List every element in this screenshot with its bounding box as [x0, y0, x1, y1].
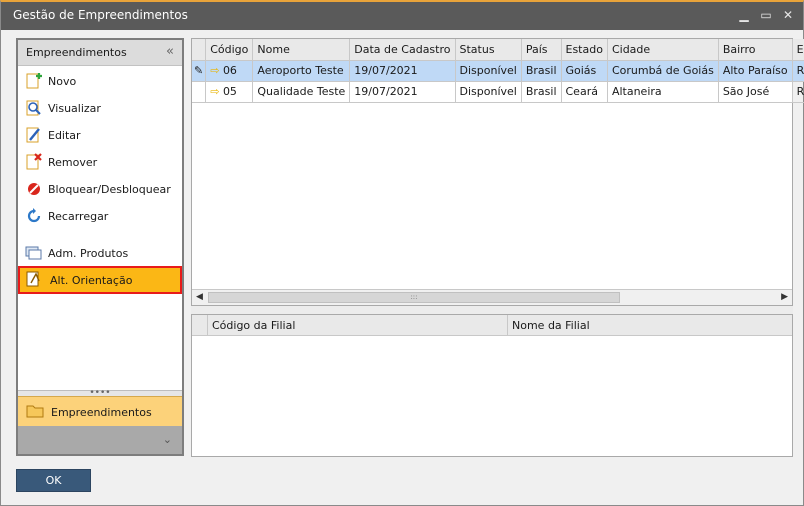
link-arrow-icon[interactable]: ⇨ — [210, 64, 219, 77]
nav-item-remover[interactable]: Remover — [20, 150, 180, 175]
products-icon — [25, 246, 42, 260]
filiais-grid-header: Código da Filial Nome da Filial — [192, 315, 792, 336]
table-row[interactable]: ✎ ⇨ 06 Aeroporto Teste 19/07/2021 Dispon… — [192, 60, 804, 82]
block-icon — [28, 183, 40, 195]
column-header[interactable]: Código — [205, 39, 254, 61]
column-header[interactable]: Bairro — [718, 39, 793, 61]
scroll-right-icon[interactable]: ▶ — [781, 292, 788, 302]
link-arrow-icon[interactable]: ⇨ — [210, 85, 219, 98]
column-header[interactable]: Nome da Filial — [508, 315, 792, 336]
grid-splitter[interactable] — [191, 306, 793, 314]
nav-footer: ⌄ — [18, 426, 182, 454]
nav-item-visualizar[interactable]: Visualizar — [20, 96, 180, 121]
column-header[interactable]: País — [521, 39, 562, 61]
nav-item-bloquear[interactable]: Bloquear/Desbloquear — [20, 177, 180, 202]
window-title: Gestão de Empreendimentos — [13, 8, 188, 22]
edit-icon — [26, 127, 40, 143]
empreendimentos-grid: Código Nome Data de Cadastro Status País… — [191, 38, 804, 306]
title-bar: Gestão de Empreendimentos ▁ ▭ ✕ — [1, 2, 803, 30]
ok-button[interactable]: OK — [16, 469, 91, 492]
nav-group-empreendimentos[interactable]: Empreendimentos — [18, 396, 182, 426]
nav-item-recarregar[interactable]: Recarregar — [20, 204, 180, 229]
grid-header-row: Código Nome Data de Cadastro Status País… — [192, 39, 804, 61]
nav-item-adm-produtos[interactable]: Adm. Produtos — [20, 241, 180, 266]
nav-header-label: Empreendimentos — [26, 46, 127, 59]
close-icon[interactable]: ✕ — [779, 6, 797, 24]
view-icon — [26, 100, 41, 116]
nav-item-editar[interactable]: Editar — [20, 123, 180, 148]
minimize-icon[interactable]: ▁ — [735, 6, 753, 24]
reload-icon — [27, 208, 41, 223]
chevron-down-icon[interactable]: ⌄ — [163, 433, 172, 446]
nav-item-alt-orientacao[interactable]: Alt. Orientação — [18, 266, 182, 294]
nav-item-novo[interactable]: Novo — [20, 69, 180, 94]
column-header[interactable]: Nome — [252, 39, 351, 61]
column-header[interactable]: Data de Cadastro — [349, 39, 456, 61]
edit-pencil-icon: ✎ — [192, 60, 207, 82]
collapse-icon[interactable]: « — [166, 44, 174, 59]
main-window: Gestão de Empreendimentos ▁ ▭ ✕ Empreend… — [0, 0, 804, 506]
folder-icon — [26, 405, 44, 418]
scroll-left-icon[interactable]: ◀ — [196, 292, 203, 302]
row-indicator-header — [192, 39, 207, 61]
nav-header: Empreendimentos « — [18, 40, 182, 66]
column-header[interactable]: Código da Filial — [208, 315, 508, 336]
grid-table: Código Nome Data de Cadastro Status País… — [192, 39, 804, 103]
scrollbar-thumb[interactable]: ::: — [208, 292, 620, 303]
table-row[interactable]: ⇨ 05 Qualidade Teste 19/07/2021 Disponív… — [192, 81, 804, 103]
new-doc-icon — [26, 73, 42, 89]
column-header[interactable]: End — [792, 39, 804, 61]
filiais-grid: Código da Filial Nome da Filial — [191, 314, 793, 457]
remove-icon — [26, 153, 42, 170]
horizontal-scrollbar[interactable]: ◀ ::: ▶ — [192, 289, 792, 305]
navigation-panel: Empreendimentos « Novo Visualizar Editar — [16, 38, 184, 456]
orientation-icon — [26, 271, 40, 287]
column-header[interactable]: Estado — [561, 39, 608, 61]
maximize-icon[interactable]: ▭ — [757, 6, 775, 24]
column-header[interactable]: Status — [455, 39, 522, 61]
column-header[interactable]: Cidade — [607, 39, 719, 61]
